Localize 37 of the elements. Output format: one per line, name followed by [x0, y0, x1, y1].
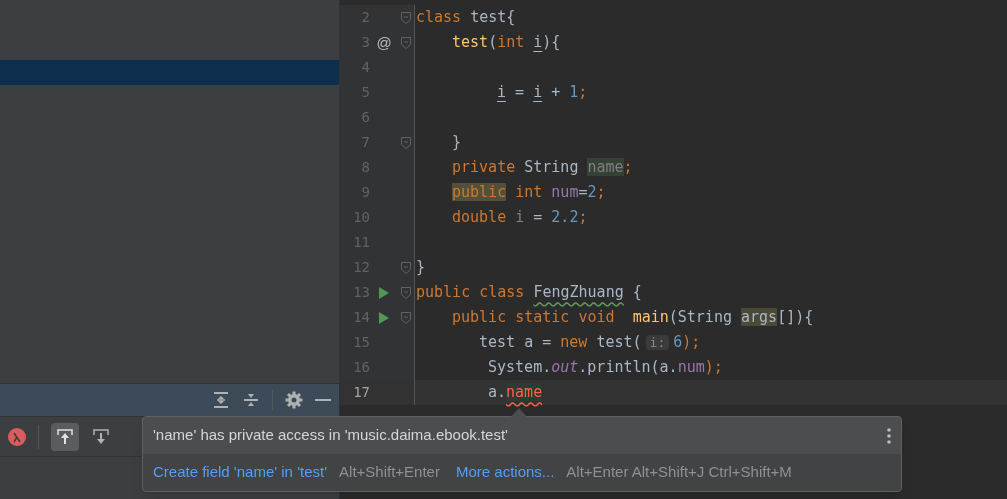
shortcut-text: Alt+Shift+Enter [339, 462, 440, 483]
code-line: public class FengZhuang { [416, 282, 642, 304]
collapse-all-icon[interactable] [242, 391, 260, 409]
code-line: public static void main(String args[]){ [452, 307, 814, 329]
line-number: 17 [352, 383, 370, 402]
shortcut-text: Alt+Enter Alt+Shift+J Ctrl+Shift+M [566, 462, 792, 483]
run-icon[interactable] [379, 286, 389, 299]
settings-icon[interactable] [285, 391, 303, 409]
fold-icon[interactable] [401, 311, 411, 324]
gutter-marker[interactable]: @ [376, 35, 392, 50]
fold-icon[interactable] [401, 286, 411, 299]
quick-fix-link[interactable]: More actions... [455, 461, 555, 484]
code-line: a.name [488, 382, 543, 404]
code-line: test a = new test( i: 6); [479, 332, 701, 354]
fold-icon[interactable] [401, 11, 411, 24]
lambda-icon[interactable] [8, 427, 26, 446]
code-line: double i = 2.2; [452, 207, 588, 229]
expand-all-icon[interactable] [212, 391, 230, 409]
code-line: } [452, 132, 462, 154]
fold-icon[interactable] [401, 136, 411, 149]
quick-fix-link[interactable]: Create field 'name' in 'test' [153, 461, 328, 484]
arrow-down-icon [93, 428, 109, 445]
fold-icon[interactable] [401, 261, 411, 274]
code-line: private String name; [452, 157, 633, 179]
code-line: test(int i){ [452, 32, 561, 54]
arrow-up-icon [57, 428, 73, 445]
code-line: class test{ [416, 7, 516, 29]
scroll-up-button[interactable] [51, 422, 79, 451]
error-message: 'name' has private access in 'music.daima.ebook.test' [153, 425, 508, 446]
fold-icon[interactable] [401, 36, 411, 49]
run-icon[interactable] [379, 311, 389, 324]
code-line: } [416, 257, 426, 279]
code-line: System.out.println(a.num); [488, 357, 723, 379]
code-line: i = i + 1; [497, 82, 588, 104]
code-line: public int num=2; [452, 182, 606, 204]
more-options-icon[interactable] [887, 427, 891, 444]
minimize-icon[interactable] [315, 398, 331, 402]
